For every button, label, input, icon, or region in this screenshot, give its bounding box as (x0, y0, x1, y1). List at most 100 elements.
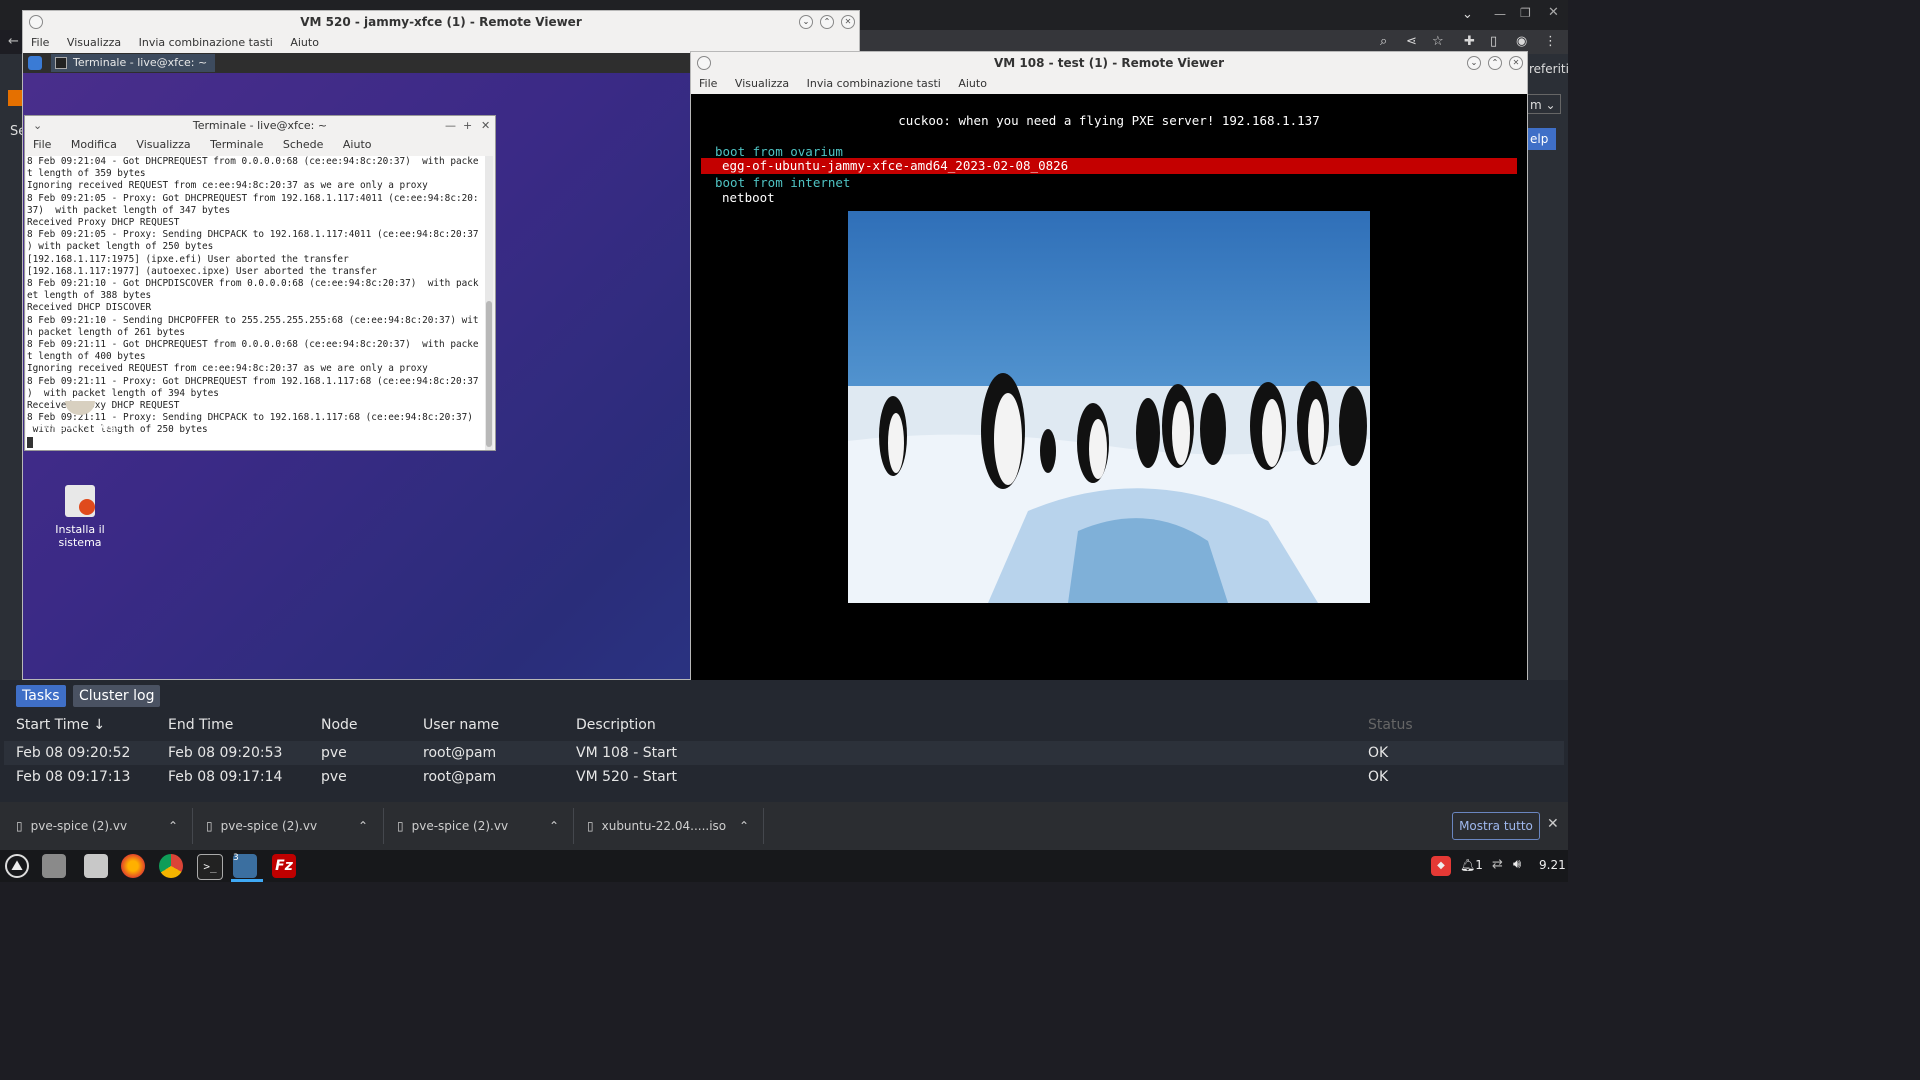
window-menu-icon[interactable] (29, 15, 43, 29)
maximize-icon[interactable]: ⌃ (1488, 56, 1502, 70)
sidepanel-icon[interactable]: ▯ (1490, 34, 1497, 49)
firefox-icon[interactable] (121, 854, 145, 878)
window-menu-icon[interactable] (697, 56, 711, 70)
bell-icon: 🔔︎ (1460, 858, 1476, 872)
star-icon[interactable]: ☆ (1432, 34, 1444, 49)
vm520-title: VM 520 - jammy-xfce (1) - Remote Viewer (300, 15, 582, 29)
maximize-icon[interactable]: ⌃ (820, 15, 834, 29)
file-icon: ▯ (206, 819, 213, 833)
menu-invia[interactable]: Invia combinazione tasti (139, 36, 273, 49)
menu-aiuto[interactable]: Aiuto (958, 77, 987, 90)
download-item[interactable]: ▯ pve-spice (2).vv ⌃ (397, 814, 567, 838)
chevron-up-icon[interactable]: ⌃ (168, 814, 178, 838)
show-all-button[interactable]: Mostra tutto (1452, 812, 1540, 840)
chevron-down-icon[interactable]: ⌄ (1462, 7, 1473, 22)
desktop-icon-label: Installa il sistema (55, 523, 105, 549)
terminal-line: t length of 400 bytes (27, 351, 146, 363)
chevron-up-icon[interactable]: ⌃ (358, 814, 368, 838)
pxe-boot-screen[interactable]: cuckoo: when you need a flying PXE serve… (691, 94, 1527, 720)
text-editor-icon[interactable] (84, 854, 108, 878)
col-start-time[interactable]: Start Time ↓ (16, 717, 105, 733)
remote-viewer-icon[interactable]: 3 (233, 853, 257, 878)
download-item[interactable]: ▯ pve-spice (2).vv ⌃ (16, 814, 186, 838)
vm108-window[interactable]: VM 108 - test (1) - Remote Viewer ⌄ ⌃ ✕ … (690, 51, 1528, 721)
vm108-title: VM 108 - test (1) - Remote Viewer (993, 56, 1225, 70)
terminal-icon[interactable]: >_ (197, 854, 223, 880)
cell-description: VM 520 - Start (576, 769, 677, 785)
chrome-icon[interactable] (159, 854, 183, 878)
menu-visualizza[interactable]: Visualizza (735, 77, 789, 90)
share-icon[interactable]: ⋖ (1406, 34, 1417, 49)
menu-file[interactable]: File (699, 77, 717, 90)
term-menu-modifica[interactable]: Modifica (71, 138, 117, 151)
browser-left-area: Se (0, 54, 26, 684)
menu-aiuto[interactable]: Aiuto (290, 36, 319, 49)
col-end-time[interactable]: End Time (168, 717, 233, 733)
chevron-up-icon[interactable]: ⌃ (739, 814, 749, 838)
volume-icon[interactable]: 🔊︎ (1513, 857, 1521, 872)
minimize-icon[interactable]: ⌄ (799, 15, 813, 29)
file-manager-icon[interactable] (42, 854, 66, 878)
col-description[interactable]: Description (576, 717, 656, 733)
filezilla-icon[interactable]: Fz (272, 854, 296, 878)
minimize-icon[interactable]: — (445, 116, 456, 136)
boot-entry-selected[interactable]: egg-of-ubuntu-jammy-xfce-amd64_2023-02-0… (701, 158, 1517, 174)
minimize-icon[interactable]: — (1494, 7, 1506, 21)
extensions-icon[interactable]: ✚ (1464, 34, 1475, 49)
term-menu-schede[interactable]: Schede (283, 138, 324, 151)
menu-icon[interactable]: ⋮ (1544, 34, 1557, 49)
term-menu-terminale[interactable]: Terminale (210, 138, 263, 151)
terminal-line: Received Proxy DHCP REQUEST (27, 217, 180, 229)
close-icon[interactable]: ✕ (841, 15, 855, 29)
terminal-line: Ignoring received REQUEST from ce:ee:94:… (27, 363, 428, 375)
penguins-splash-image (848, 211, 1370, 603)
clock[interactable]: 9.21 (1539, 858, 1566, 872)
menu-file[interactable]: File (31, 36, 49, 49)
term-menu-aiuto[interactable]: Aiuto (343, 138, 372, 151)
close-icon[interactable]: ✕ (1547, 816, 1559, 832)
notifications-tray[interactable]: 🔔︎1 (1460, 858, 1483, 872)
back-arrow-icon[interactable]: ← (8, 34, 19, 49)
close-icon[interactable]: ✕ (481, 116, 490, 136)
chevron-up-icon[interactable]: ⌃ (549, 814, 559, 838)
menu-visualizza[interactable]: Visualizza (67, 36, 121, 49)
boot-section-internet: boot from internet (715, 175, 851, 190)
col-user-name[interactable]: User name (423, 717, 499, 733)
scroll-thumb[interactable] (486, 301, 492, 447)
download-item[interactable]: ▯ pve-spice (2).vv ⌃ (206, 814, 376, 838)
help-button[interactable]: elp (1527, 128, 1556, 150)
desktop-icon-installer[interactable]: Installa il sistema (35, 485, 125, 549)
minimize-icon[interactable]: ⌄ (1467, 56, 1481, 70)
download-item[interactable]: ▯ xubuntu-22.04.....iso ⌃ (587, 814, 757, 838)
bookmarks-label[interactable]: referiti (1529, 62, 1569, 76)
panel-task-terminal[interactable]: Terminale - live@xfce: ~ (51, 54, 215, 72)
tab-tasks[interactable]: Tasks (16, 685, 66, 707)
col-status[interactable]: Status (1368, 717, 1413, 733)
close-icon[interactable]: ✕ (1509, 56, 1523, 70)
anydesk-tray-icon[interactable]: ◆ (1431, 856, 1451, 876)
start-menu-icon[interactable]: ⛰ (5, 854, 29, 878)
divider (573, 808, 574, 844)
zoom-icon[interactable]: ⌕ (1380, 34, 1387, 49)
table-row[interactable]: Feb 08 09:20:52 Feb 08 09:20:53 pve root… (4, 741, 1564, 765)
restore-icon[interactable]: ❐ (1520, 6, 1531, 20)
term-menu-visualizza[interactable]: Visualizza (136, 138, 190, 151)
maximize-icon[interactable]: + (463, 116, 472, 136)
desktop-icon-penguins-eggs[interactable]: Penguin's eggs (35, 401, 125, 432)
menu-invia[interactable]: Invia combinazione tasti (807, 77, 941, 90)
terminal-line: 8 Feb 09:21:04 - Got DHCPREQUEST from 0.… (27, 156, 479, 167)
col-node[interactable]: Node (321, 717, 358, 733)
table-row[interactable]: Feb 08 09:17:13 Feb 08 09:17:14 pve root… (4, 765, 1564, 789)
boot-entry-netboot[interactable]: netboot (722, 190, 775, 205)
network-icon[interactable]: ⇄ (1492, 857, 1503, 872)
window-menu-icon[interactable]: ⌄ (33, 116, 42, 136)
close-icon[interactable]: ✕ (1548, 5, 1559, 20)
terminal-scrollbar[interactable] (485, 156, 493, 450)
vm108-titlebar: VM 108 - test (1) - Remote Viewer ⌄ ⌃ ✕ (691, 52, 1527, 74)
server-view-select[interactable]: m ⌄ (1527, 94, 1561, 114)
avatar-icon[interactable]: ◉ (1516, 34, 1527, 49)
term-menu-file[interactable]: File (33, 138, 51, 151)
tab-cluster-log[interactable]: Cluster log (73, 685, 161, 707)
terminal-line: Ignoring received REQUEST from ce:ee:94:… (27, 180, 428, 192)
xfce-menu-icon[interactable] (28, 56, 42, 70)
